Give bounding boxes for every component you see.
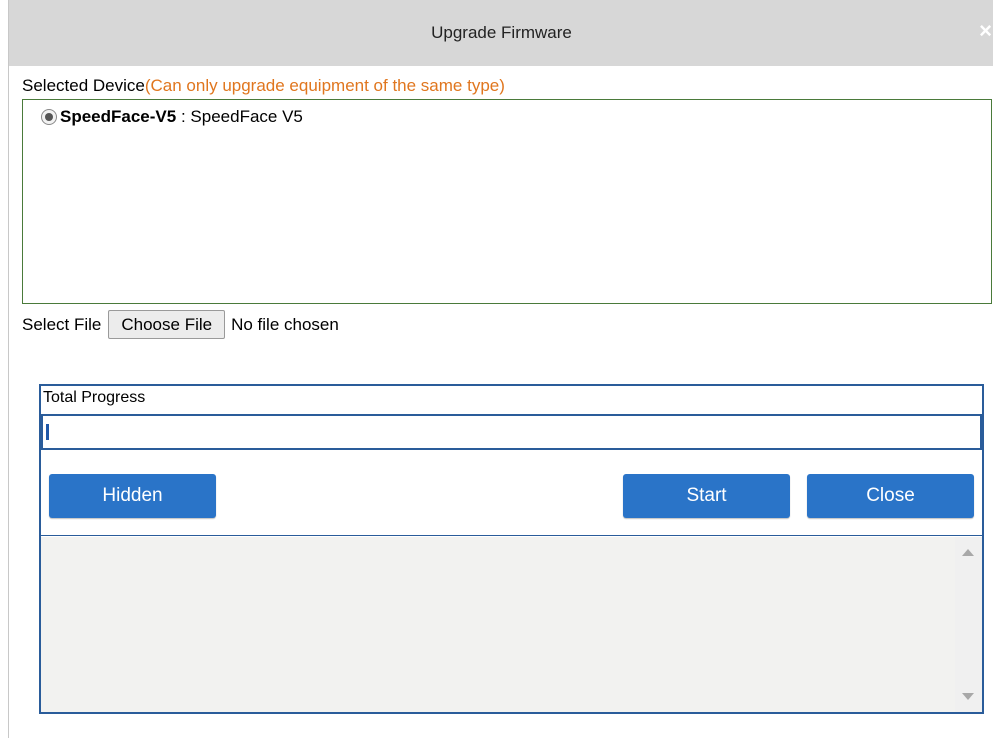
close-button[interactable]: Close (807, 474, 974, 518)
upgrade-firmware-dialog: Upgrade Firmware × Selected Device(Can o… (8, 0, 993, 738)
progress-fill (46, 424, 49, 440)
total-progress-bar (41, 414, 982, 450)
device-list-item[interactable]: SpeedFace-V5 : SpeedFace V5 (41, 107, 303, 127)
device-name: SpeedFace-V5 (60, 107, 177, 126)
selected-device-text: Selected Device (22, 76, 145, 95)
device-description: SpeedFace V5 (190, 107, 303, 126)
action-button-row: Hidden Start Close (41, 450, 982, 536)
select-file-label: Select File (22, 314, 102, 334)
choose-file-button[interactable]: Choose File (108, 310, 226, 339)
total-progress-label: Total Progress (43, 389, 146, 406)
device-separator: : (176, 107, 191, 126)
file-status: No file chosen (231, 314, 339, 334)
dialog-title: Upgrade Firmware (431, 23, 572, 42)
close-icon[interactable]: × (979, 20, 992, 42)
start-button[interactable]: Start (623, 474, 790, 518)
scroll-down-icon[interactable] (962, 693, 974, 700)
progress-panel: Total Progress Hidden Start Close (39, 384, 984, 714)
select-file-row: Select File Choose File No file chosen (22, 310, 339, 339)
selected-device-label: Selected Device(Can only upgrade equipme… (22, 76, 505, 96)
log-area[interactable] (41, 537, 982, 712)
log-scrollbar[interactable] (955, 537, 982, 712)
scroll-up-icon[interactable] (962, 549, 974, 556)
selected-device-note: (Can only upgrade equipment of the same … (144, 76, 505, 95)
device-list: SpeedFace-V5 : SpeedFace V5 (22, 99, 992, 304)
radio-selected-icon[interactable] (41, 109, 57, 125)
hidden-button[interactable]: Hidden (49, 474, 216, 518)
title-bar: Upgrade Firmware × (9, 0, 993, 66)
